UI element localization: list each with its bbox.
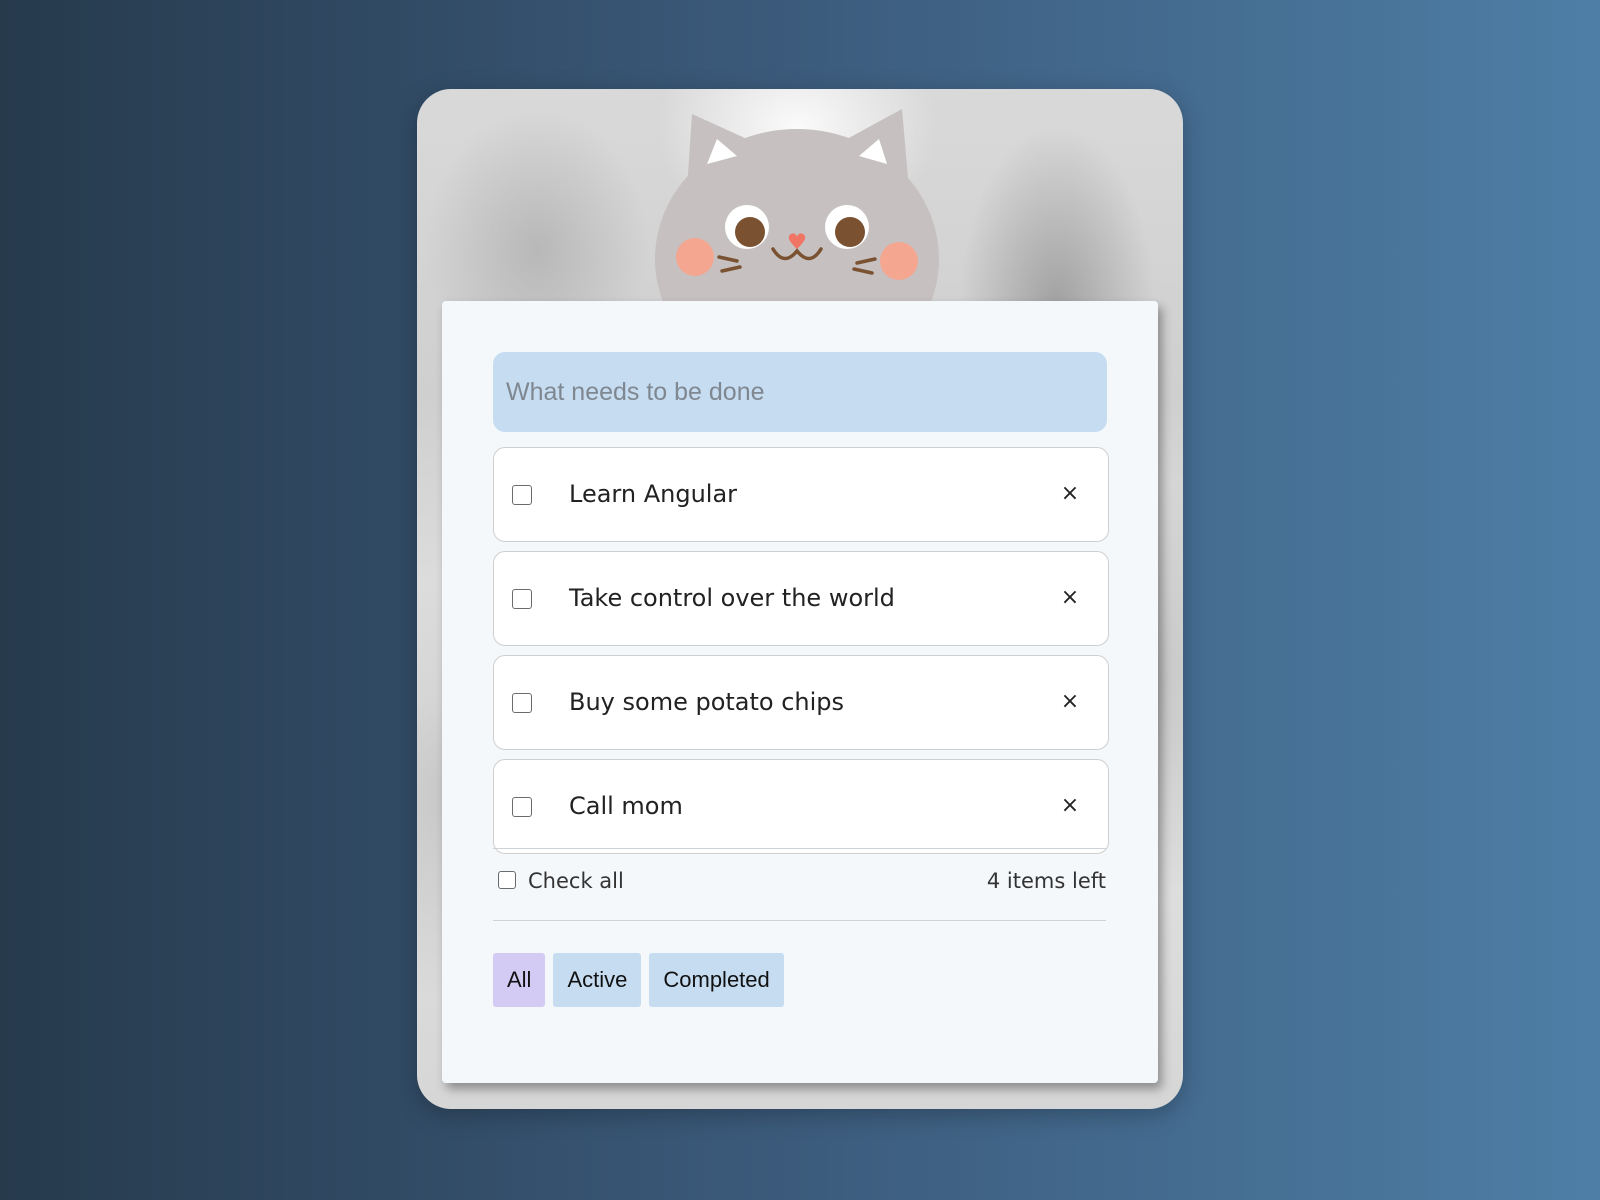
todo-title[interactable]: Learn Angular	[569, 448, 737, 540]
footer-row: Check all 4 items left	[493, 861, 1106, 901]
footer-divider-top	[493, 848, 1106, 849]
todo-panel: Learn Angular × Take control over the wo…	[442, 301, 1158, 1083]
todo-item: Take control over the world ×	[493, 551, 1109, 646]
todo-item: Learn Angular ×	[493, 447, 1109, 542]
filter-completed-button[interactable]: Completed	[649, 953, 784, 1007]
todo-item: Buy some potato chips ×	[493, 655, 1109, 750]
todo-checkbox[interactable]	[512, 693, 532, 713]
new-todo-input[interactable]	[493, 352, 1107, 432]
filter-all-button[interactable]: All	[493, 953, 546, 1007]
todo-checkbox[interactable]	[512, 797, 532, 817]
filter-active-button[interactable]: Active	[553, 953, 642, 1007]
close-icon[interactable]: ×	[1054, 582, 1086, 614]
close-icon[interactable]: ×	[1054, 686, 1086, 718]
todo-list: Learn Angular × Take control over the wo…	[493, 447, 1109, 863]
todo-checkbox[interactable]	[512, 485, 532, 505]
todo-card: Learn Angular × Take control over the wo…	[417, 89, 1183, 1109]
items-left-count: 4 items left	[986, 869, 1106, 893]
todo-item: Call mom ×	[493, 759, 1109, 854]
todo-title[interactable]: Call mom	[569, 760, 683, 852]
cat-icon	[655, 109, 939, 301]
footer-divider-bottom	[493, 920, 1106, 921]
todo-title[interactable]: Take control over the world	[569, 552, 895, 644]
todo-checkbox[interactable]	[512, 589, 532, 609]
check-all-label[interactable]: Check all	[528, 861, 624, 901]
close-icon[interactable]: ×	[1054, 790, 1086, 822]
close-icon[interactable]: ×	[1054, 478, 1086, 510]
check-all-checkbox[interactable]	[498, 871, 516, 889]
todo-title[interactable]: Buy some potato chips	[569, 656, 844, 748]
filter-bar: All Active Completed	[493, 953, 784, 1007]
